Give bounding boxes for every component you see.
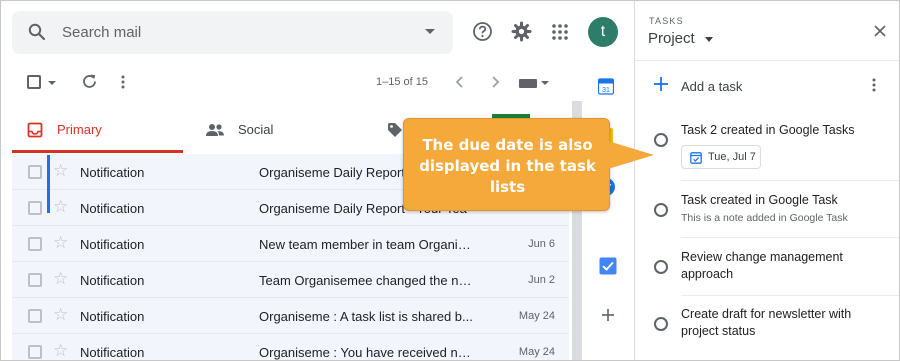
checkbox-app-icon[interactable] (599, 257, 617, 275)
mail-date: Jun 2 (528, 274, 555, 286)
task-list-menu-icon[interactable] (871, 78, 877, 92)
calendar-icon[interactable]: 31 (598, 77, 614, 95)
task-complete-toggle[interactable] (654, 203, 668, 217)
row-checkbox[interactable] (28, 273, 42, 287)
star-icon[interactable]: ☆ (53, 269, 68, 289)
due-date-label: Tue, Jul 7 (708, 151, 756, 163)
gmail-window: Search mail t 1–15 of 15 Primary Social … (0, 0, 900, 361)
task-note: This is a note added in Google Task (681, 212, 848, 224)
tab-primary-label: Primary (57, 122, 102, 137)
search-bar[interactable]: Search mail (12, 11, 453, 54)
task-title[interactable]: Create draft for newsletter with project… (681, 306, 871, 340)
mail-sender: Notification (80, 345, 145, 360)
tab-primary[interactable]: Primary (12, 109, 183, 153)
task-list-dropdown-icon[interactable] (705, 37, 713, 42)
tag-icon (388, 123, 402, 137)
tab-social[interactable]: Social (191, 109, 371, 153)
star-icon[interactable]: ☆ (53, 341, 68, 360)
mail-row[interactable]: ☆ Notification New team member in team O… (12, 226, 569, 262)
callout-text: The due date is also displayed in the ta… (419, 136, 596, 196)
annotation-callout: The due date is also displayed in the ta… (403, 118, 610, 211)
mail-date: May 24 (518, 310, 555, 322)
task-complete-toggle[interactable] (654, 317, 668, 331)
search-options-icon[interactable] (425, 29, 435, 34)
mail-row[interactable]: ☆ Notification Team Organisemee changed … (12, 262, 569, 298)
side-panel-rail: 31 (585, 61, 631, 360)
star-icon[interactable]: ☆ (53, 305, 68, 325)
chevron-right-icon[interactable] (490, 76, 500, 88)
task-list-selector[interactable]: Project (648, 30, 695, 47)
task-complete-toggle[interactable] (654, 260, 668, 274)
mail-sender: Notification (80, 273, 145, 288)
settings-gear-icon[interactable] (511, 21, 532, 42)
inbox-icon (27, 122, 43, 138)
active-rail-indicator (47, 155, 50, 213)
apps-grid-icon[interactable] (552, 24, 568, 40)
add-task-plus-icon[interactable] (654, 77, 668, 91)
search-input[interactable]: Search mail (62, 24, 141, 41)
people-icon (206, 124, 224, 136)
star-icon[interactable]: ☆ (53, 161, 68, 181)
mail-sender: Notification (80, 237, 145, 252)
input-tools-dropdown-icon[interactable] (541, 81, 549, 85)
task-divider (681, 180, 899, 181)
mail-sender: Notification (80, 165, 145, 180)
mail-date: May 24 (518, 346, 555, 358)
row-checkbox[interactable] (28, 237, 42, 251)
row-checkbox[interactable] (28, 345, 42, 359)
search-icon (28, 23, 46, 41)
pagination-count: 1–15 of 15 (376, 76, 428, 88)
tasks-panel-label: TASKS (649, 16, 684, 26)
row-checkbox[interactable] (28, 309, 42, 323)
mail-subject: Team Organisemee changed the na... (259, 273, 475, 288)
add-addon-icon[interactable] (602, 309, 614, 321)
mail-subject: Organiseme : A task list is shared b... (259, 309, 473, 324)
svg-text:31: 31 (602, 87, 610, 94)
add-task-button[interactable]: Add a task (681, 79, 742, 94)
callout-pointer (608, 141, 654, 169)
select-options-icon[interactable] (48, 81, 56, 85)
help-icon[interactable] (472, 21, 493, 42)
close-icon[interactable] (874, 25, 886, 37)
task-divider (681, 237, 899, 238)
mail-subject: Organiseme : You have received ne... (259, 345, 475, 360)
select-all-checkbox[interactable] (27, 75, 41, 89)
task-title[interactable]: Task 2 created in Google Tasks (681, 122, 871, 139)
tab-social-label: Social (238, 122, 274, 137)
row-checkbox[interactable] (28, 165, 42, 179)
mail-row[interactable]: ☆ Notification Organiseme : A task list … (12, 298, 569, 334)
task-title[interactable]: Review change management approach (681, 249, 871, 283)
task-title[interactable]: Task created in Google Task (681, 192, 871, 209)
mail-sender: Notification (80, 201, 145, 216)
mail-row[interactable]: ☆ Notification Organiseme : You have rec… (12, 334, 569, 360)
header-divider (635, 60, 899, 61)
calendar-check-icon (690, 152, 702, 164)
mail-date: Jun 6 (528, 238, 555, 250)
due-date-chip[interactable]: Tue, Jul 7 (681, 145, 761, 169)
star-icon[interactable]: ☆ (53, 197, 68, 217)
star-icon[interactable]: ☆ (53, 233, 68, 253)
row-checkbox[interactable] (28, 201, 42, 215)
refresh-icon[interactable] (81, 73, 98, 90)
account-avatar[interactable]: t (588, 17, 618, 47)
keyboard-icon[interactable] (519, 79, 537, 88)
mail-sender: Notification (80, 309, 145, 324)
mail-subject: New team member in team Organis... (259, 237, 475, 252)
chevron-left-icon[interactable] (455, 76, 465, 88)
task-complete-toggle[interactable] (654, 133, 668, 147)
more-options-icon[interactable] (120, 75, 126, 89)
tasks-panel: TASKS Project Add a task Task 2 created … (634, 1, 899, 360)
task-divider (681, 295, 899, 296)
